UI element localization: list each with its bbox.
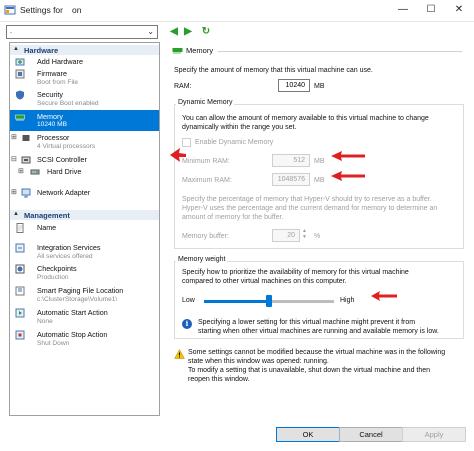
- name-document-icon: [16, 223, 24, 233]
- sidebar-item-automatic-stop-action[interactable]: Automatic Stop Action Shut Down: [10, 329, 159, 349]
- sidebar-item-automatic-start-action[interactable]: Automatic Start Action None: [10, 307, 159, 327]
- maximum-ram-unit: MB: [314, 177, 325, 184]
- shield-icon: [16, 90, 24, 100]
- ram-input[interactable]: 10240: [278, 79, 310, 92]
- dynamic-memory-description-2: dynamically within the range you set.: [182, 124, 297, 131]
- slider-high-label: High: [340, 297, 355, 304]
- memory-buffer-input[interactable]: 20: [272, 229, 300, 242]
- ok-button[interactable]: OK: [276, 427, 340, 442]
- memory-intro-text: Specify the amount of memory that this v…: [174, 67, 373, 74]
- maximum-ram-input[interactable]: 1048576: [272, 173, 310, 186]
- sidebar-item-security[interactable]: Security Secure Boot enabled: [10, 89, 159, 109]
- minimum-ram-input[interactable]: 512: [272, 154, 310, 167]
- back-arrow-icon[interactable]: ◀: [168, 26, 180, 38]
- ram-label: RAM:: [174, 83, 192, 90]
- expand-plus-icon[interactable]: ⊞: [11, 188, 17, 196]
- network-adapter-icon: [21, 188, 31, 198]
- vm-selector-dropdown[interactable]: . ⌄: [6, 25, 158, 39]
- info-icon: i: [182, 319, 192, 329]
- stop-action-icon: [15, 330, 25, 340]
- settings-app-icon: [4, 5, 16, 15]
- firmware-icon: [15, 69, 25, 79]
- smart-paging-icon: [15, 286, 25, 296]
- sidebar-item-network-adapter[interactable]: ⊞ Network Adapter: [10, 187, 159, 198]
- memory-chip-icon: [15, 114, 25, 121]
- sidebar-item-memory[interactable]: Memory 10240 MB: [10, 110, 159, 131]
- checkpoints-icon: [15, 264, 25, 274]
- chevron-down-icon: ⌄: [147, 27, 154, 36]
- window-title: Settings for on: [20, 5, 82, 15]
- sidebar-item-processor[interactable]: ⊞ Processor 4 Virtual processors: [10, 132, 159, 152]
- annotation-arrow-icon: [170, 148, 186, 162]
- buffer-description-3: amount of memory for the buffer.: [182, 214, 284, 221]
- close-button[interactable]: ✕: [452, 3, 466, 17]
- minimum-ram-label: Minimum RAM:: [182, 158, 230, 165]
- sidebar-item-scsi-controller[interactable]: ⊟ SCSI Controller: [10, 154, 159, 165]
- toolbar: . ⌄ ◀ ▶ ↻: [0, 22, 474, 42]
- processor-icon: [22, 135, 30, 141]
- minimize-button[interactable]: —: [396, 3, 410, 17]
- memory-section-header: Memory: [172, 46, 462, 56]
- scsi-controller-icon: [21, 156, 31, 164]
- sidebar-item-smart-paging[interactable]: Smart Paging File Location c:\ClusterSto…: [10, 285, 159, 305]
- slider-low-label: Low: [182, 297, 195, 304]
- minimum-ram-unit: MB: [314, 158, 325, 165]
- dialog-button-bar: OK Cancel Apply: [0, 418, 474, 451]
- sidebar-item-add-hardware[interactable]: Add Hardware: [10, 56, 159, 67]
- cancel-button[interactable]: Cancel: [339, 427, 403, 442]
- hardware-section-header[interactable]: ▲ Hardware: [10, 45, 159, 55]
- sidebar-item-hard-drive[interactable]: ⊞ Hard Drive: [10, 166, 159, 177]
- apply-button[interactable]: Apply: [402, 427, 466, 442]
- vm-selector-value: .: [10, 28, 12, 35]
- expand-plus-icon[interactable]: ⊞: [18, 167, 24, 175]
- warning-icon: [174, 349, 185, 359]
- sidebar-item-integration-services[interactable]: Integration Services All services offere…: [10, 242, 159, 262]
- maximum-ram-label: Maximum RAM:: [182, 177, 232, 184]
- annotation-arrow-icon: [371, 291, 397, 301]
- warning-text-3: To modify a setting that is unavailable,…: [188, 367, 431, 374]
- warning-text-1: Some settings cannot be modified because…: [188, 349, 446, 356]
- expand-plus-icon[interactable]: ⊞: [11, 133, 17, 141]
- sidebar-item-checkpoints[interactable]: Checkpoints Production: [10, 263, 159, 283]
- ram-unit: MB: [314, 83, 325, 90]
- memory-weight-info-1: Specifying a lower setting for this virt…: [198, 319, 416, 326]
- memory-weight-info-2: starting when other virtual machines are…: [198, 328, 439, 335]
- memory-chip-icon: [172, 48, 183, 54]
- spinner-icon[interactable]: ▲ ▼: [302, 228, 307, 240]
- forward-arrow-icon[interactable]: ▶: [182, 26, 194, 38]
- management-section-header[interactable]: ▲ Management: [10, 210, 159, 220]
- buffer-description-1: Specify the percentage of memory that Hy…: [182, 196, 432, 203]
- enable-dynamic-memory-label: Enable Dynamic Memory: [195, 139, 274, 146]
- annotation-arrow-icon: [331, 151, 365, 161]
- dynamic-memory-description-1: You can allow the amount of memory avail…: [182, 115, 429, 122]
- refresh-icon[interactable]: ↻: [200, 26, 212, 38]
- memory-weight-slider-thumb[interactable]: [266, 295, 272, 307]
- annotation-arrow-icon: [331, 171, 365, 181]
- memory-weight-title: Memory weight: [176, 256, 228, 263]
- collapse-minus-icon[interactable]: ⊟: [11, 155, 17, 163]
- memory-buffer-label: Memory buffer:: [182, 233, 229, 240]
- settings-tree: ▲ Hardware Add Hardware Firmware Boot fr…: [9, 42, 160, 416]
- title-bar: Settings for on — ☐ ✕: [0, 0, 474, 22]
- sidebar-item-name[interactable]: Name: [10, 222, 159, 240]
- sidebar-item-firmware[interactable]: Firmware Boot from File: [10, 68, 159, 88]
- dynamic-memory-title: Dynamic Memory: [176, 99, 235, 106]
- collapse-triangle-icon: ▲: [13, 211, 19, 217]
- memory-weight-description-1: Specify how to prioritize the availabili…: [182, 269, 409, 276]
- memory-weight-slider-fill: [204, 300, 269, 303]
- memory-weight-description-2: compared to other virtual machines on th…: [182, 278, 347, 285]
- hard-drive-icon: [30, 169, 40, 175]
- buffer-description-2: Hyper-V uses the percentage and the curr…: [182, 205, 438, 212]
- memory-buffer-unit: %: [314, 233, 321, 240]
- maximize-button[interactable]: ☐: [424, 3, 438, 17]
- warning-text-4: reopen this window.: [188, 376, 250, 383]
- start-action-icon: [15, 308, 25, 318]
- divider: [218, 51, 462, 52]
- add-hardware-icon: [15, 58, 25, 66]
- memory-settings-pane: Memory Specify the amount of memory that…: [166, 42, 468, 416]
- collapse-triangle-icon: ▲: [13, 46, 19, 52]
- integration-services-icon: [15, 243, 25, 253]
- warning-text-2: state when this window was opened: runni…: [188, 358, 329, 365]
